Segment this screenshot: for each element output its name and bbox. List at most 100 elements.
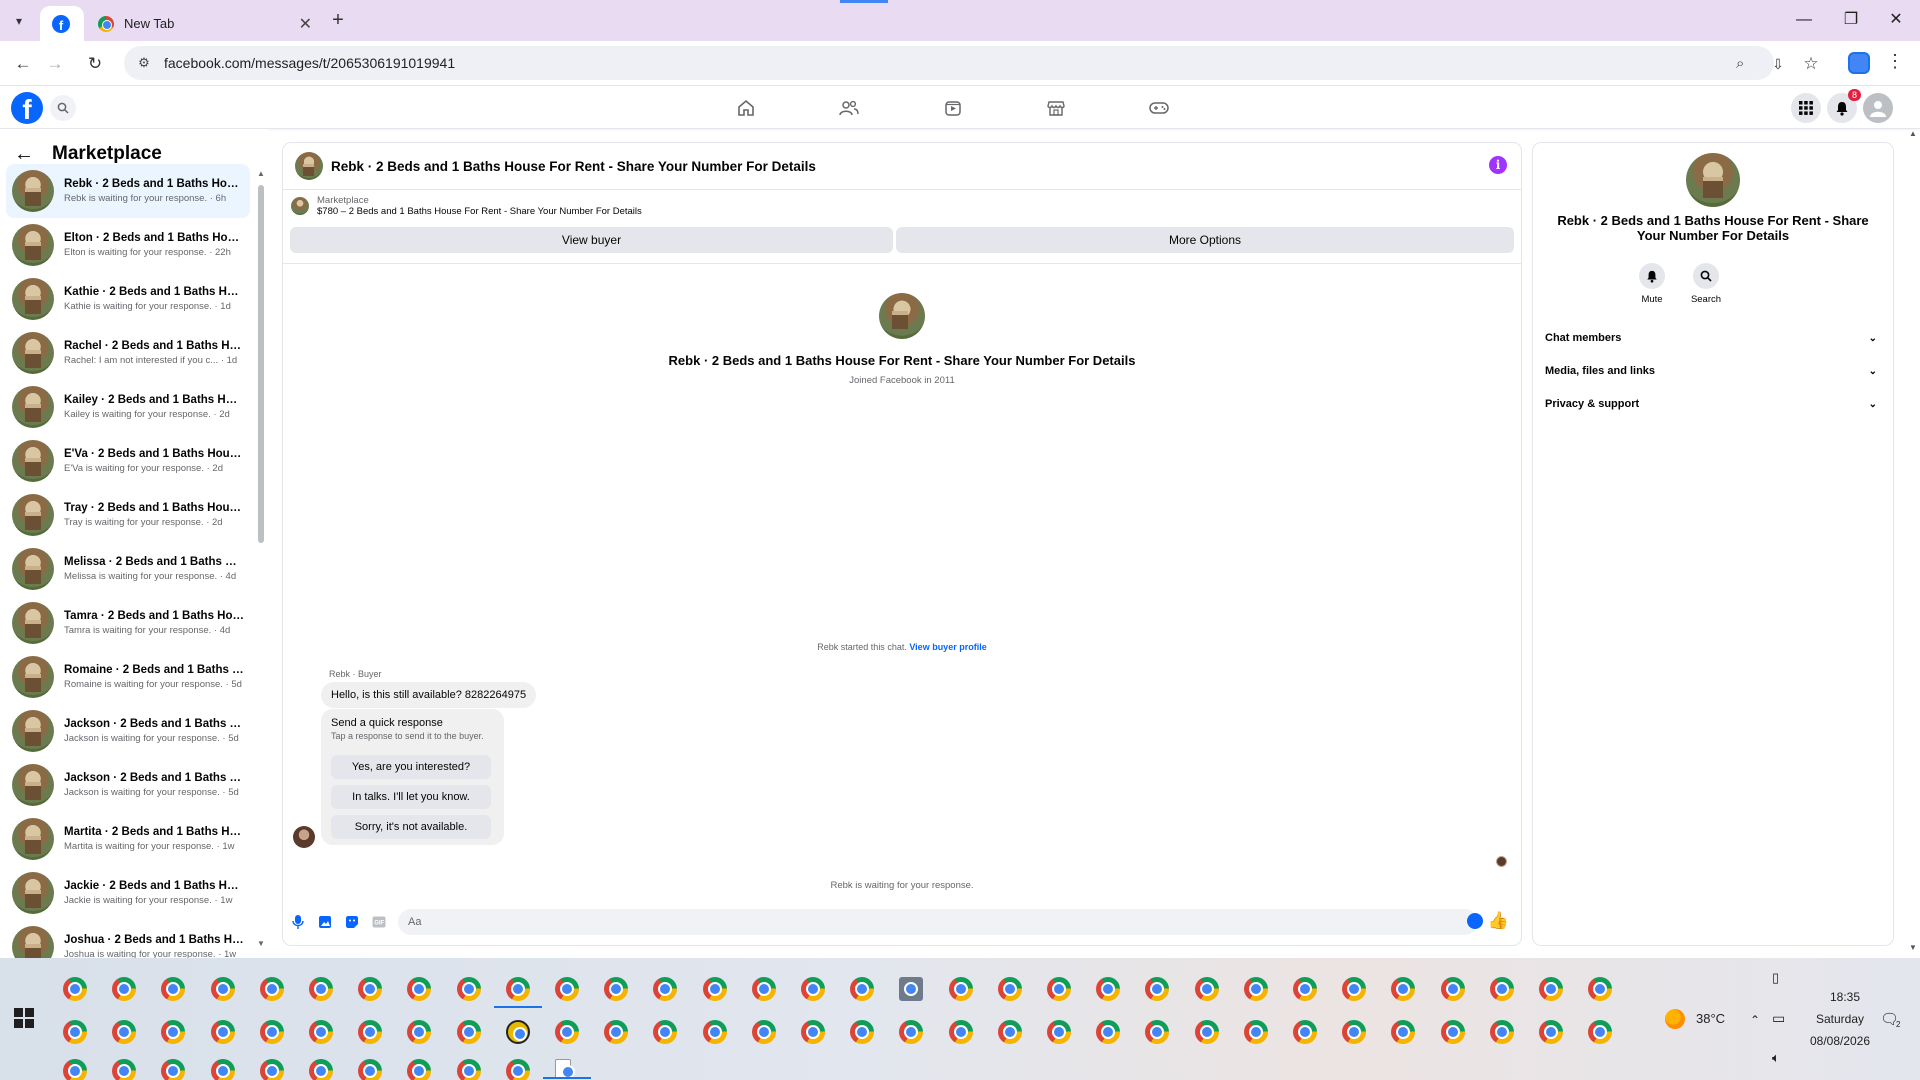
chrome-taskbar-icon[interactable] <box>358 977 383 1001</box>
privacy-support-section[interactable]: Privacy & support ⌄ <box>1545 389 1881 419</box>
app-taskbar-icon[interactable] <box>505 1020 530 1044</box>
chrome-taskbar-icon[interactable] <box>1243 1020 1268 1044</box>
battery-icon[interactable]: ▯ <box>1772 970 1779 986</box>
conversation-item[interactable]: Jackson · 2 Beds and 1 Baths House For R… <box>6 704 250 758</box>
chrome-taskbar-icon[interactable] <box>161 1059 186 1080</box>
chrome-taskbar-icon[interactable] <box>702 1020 727 1044</box>
chrome-taskbar-icon[interactable] <box>407 1020 432 1044</box>
conversation-item[interactable]: Martita · 2 Beds and 1 Baths House For R… <box>6 812 250 866</box>
emoji-icon[interactable] <box>1467 913 1483 929</box>
chrome-taskbar-icon[interactable] <box>505 1059 530 1080</box>
chrome-taskbar-icon[interactable] <box>112 1020 137 1044</box>
chrome-taskbar-icon[interactable] <box>899 1020 924 1044</box>
chrome-taskbar-icon[interactable] <box>1194 1020 1219 1044</box>
conversation-item[interactable]: Kathie · 2 Beds and 1 Baths House For Re… <box>6 272 250 326</box>
tray-chevron-icon[interactable]: ⌃ <box>1750 1013 1760 1027</box>
conversation-item[interactable]: Jackson · 2 Beds and 1 Baths House For R… <box>6 758 250 812</box>
chrome-taskbar-icon[interactable] <box>112 1059 137 1080</box>
chrome-taskbar-icon[interactable] <box>555 977 579 1001</box>
menu-grid-icon[interactable] <box>1791 93 1821 123</box>
extension-icon[interactable] <box>1848 52 1870 74</box>
video-icon[interactable] <box>938 93 968 123</box>
quick-response-button[interactable]: Sorry, it's not available. <box>331 815 491 839</box>
chrome-taskbar-icon[interactable] <box>1539 977 1563 1001</box>
chrome-taskbar-icon[interactable] <box>555 1020 579 1044</box>
restore-button[interactable]: ❐ <box>1831 8 1871 32</box>
sticker-icon[interactable] <box>343 913 361 931</box>
avatar[interactable] <box>295 152 323 180</box>
chrome-taskbar-icon[interactable] <box>801 1020 825 1044</box>
facebook-logo[interactable]: f <box>11 92 43 124</box>
chrome-taskbar-icon[interactable] <box>407 977 432 1001</box>
scrollbar-thumb[interactable] <box>258 185 264 543</box>
chrome-taskbar-icon[interactable] <box>1047 1020 1071 1044</box>
chrome-taskbar-icon[interactable] <box>1293 1020 1317 1044</box>
profile-avatar[interactable] <box>1863 93 1893 123</box>
bookmark-star-icon[interactable]: ☆ <box>1799 52 1823 76</box>
chrome-taskbar-icon[interactable] <box>801 977 825 1001</box>
chrome-taskbar-icon[interactable] <box>309 1059 333 1080</box>
chrome-taskbar-icon[interactable] <box>653 977 678 1001</box>
chrome-taskbar-icon[interactable] <box>63 977 87 1001</box>
back-arrow-icon[interactable]: ← <box>14 143 38 166</box>
chrome-taskbar-icon[interactable] <box>1145 977 1170 1001</box>
chrome-taskbar-icon[interactable] <box>751 977 776 1001</box>
chrome-taskbar-icon[interactable] <box>1440 1020 1465 1044</box>
windows-start-icon[interactable] <box>14 1008 34 1028</box>
conversation-item[interactable]: Rachel · 2 Beds and 1 Baths House For Re… <box>6 326 250 380</box>
weather-icon[interactable] <box>1665 1009 1685 1029</box>
gif-icon[interactable]: GIF <box>370 913 388 931</box>
chrome-taskbar-icon[interactable] <box>1588 977 1613 1001</box>
chrome-taskbar-icon[interactable] <box>161 1020 186 1044</box>
chrome-taskbar-icon[interactable] <box>63 1059 87 1080</box>
more-options-button[interactable]: More Options <box>896 227 1514 253</box>
chrome-taskbar-icon[interactable] <box>1440 977 1465 1001</box>
chrome-taskbar-icon[interactable] <box>997 977 1022 1001</box>
chrome-taskbar-icon[interactable] <box>604 1020 629 1044</box>
chrome-taskbar-icon[interactable] <box>505 977 530 1001</box>
chrome-taskbar-icon[interactable] <box>1342 1020 1367 1044</box>
mute-button[interactable]: Mute <box>1632 263 1672 305</box>
clock-day[interactable]: Saturday <box>1800 1012 1880 1026</box>
chrome-taskbar-icon[interactable] <box>456 977 481 1001</box>
chat-members-section[interactable]: Chat members ⌄ <box>1545 323 1881 353</box>
microphone-icon[interactable] <box>289 913 307 931</box>
tab-search-icon[interactable]: ▾ <box>8 11 30 31</box>
gaming-icon[interactable] <box>1144 93 1174 123</box>
chrome-taskbar-icon[interactable] <box>1342 977 1367 1001</box>
chrome-taskbar-icon[interactable] <box>1293 977 1317 1001</box>
scroll-down-icon[interactable]: ▼ <box>1906 943 1920 952</box>
conversation-item[interactable]: Kailey · 2 Beds and 1 Baths House For Re… <box>6 380 250 434</box>
chrome-taskbar-icon[interactable] <box>653 1020 678 1044</box>
chrome-taskbar-icon[interactable] <box>1391 1020 1416 1044</box>
close-window-button[interactable]: ✕ <box>1876 8 1916 32</box>
conversation-item[interactable]: Elton · 2 Beds and 1 Baths House For Ren… <box>6 218 250 272</box>
conversation-item[interactable]: Melissa · 2 Beds and 1 Baths House For R… <box>6 542 250 596</box>
chrome-taskbar-icon[interactable] <box>259 1059 284 1080</box>
reload-button[interactable]: ↻ <box>83 52 107 76</box>
chrome-taskbar-icon[interactable] <box>1243 977 1268 1001</box>
conversation-item[interactable]: Romaine · 2 Beds and 1 Baths House For R… <box>6 650 250 704</box>
chrome-taskbar-icon[interactable] <box>112 977 137 1001</box>
marketplace-icon[interactable] <box>1041 93 1071 123</box>
chrome-taskbar-icon[interactable] <box>1145 1020 1170 1044</box>
sidebar-scrollbar[interactable]: ▲ ▼ <box>256 169 266 949</box>
chrome-taskbar-icon[interactable] <box>948 1020 973 1044</box>
media-files-section[interactable]: Media, files and links ⌄ <box>1545 356 1881 386</box>
search-button[interactable]: Search <box>1686 263 1726 305</box>
chrome-taskbar-icon[interactable] <box>702 977 727 1001</box>
chrome-taskbar-icon[interactable] <box>358 1020 383 1044</box>
chrome-taskbar-icon[interactable] <box>456 1020 481 1044</box>
listing-summary[interactable]: Marketplace $780 – 2 Beds and 1 Baths Ho… <box>291 195 642 217</box>
tab-close-icon[interactable]: ✕ <box>299 14 312 34</box>
volume-icon[interactable]: 🔈︎ <box>1772 1050 1780 1066</box>
chrome-taskbar-icon[interactable] <box>309 1020 333 1044</box>
chrome-taskbar-icon[interactable] <box>1489 1020 1514 1044</box>
friends-icon[interactable] <box>834 93 864 123</box>
search-icon[interactable] <box>50 95 76 121</box>
conversation-item[interactable]: Jackie · 2 Beds and 1 Baths House For Re… <box>6 866 250 920</box>
chrome-taskbar-icon[interactable] <box>210 1059 235 1080</box>
omnibox[interactable]: ⚙ facebook.com/messages/t/20653061910199… <box>124 46 1774 80</box>
chrome-taskbar-icon[interactable] <box>358 1059 383 1080</box>
forward-button[interactable]: → <box>43 52 67 76</box>
